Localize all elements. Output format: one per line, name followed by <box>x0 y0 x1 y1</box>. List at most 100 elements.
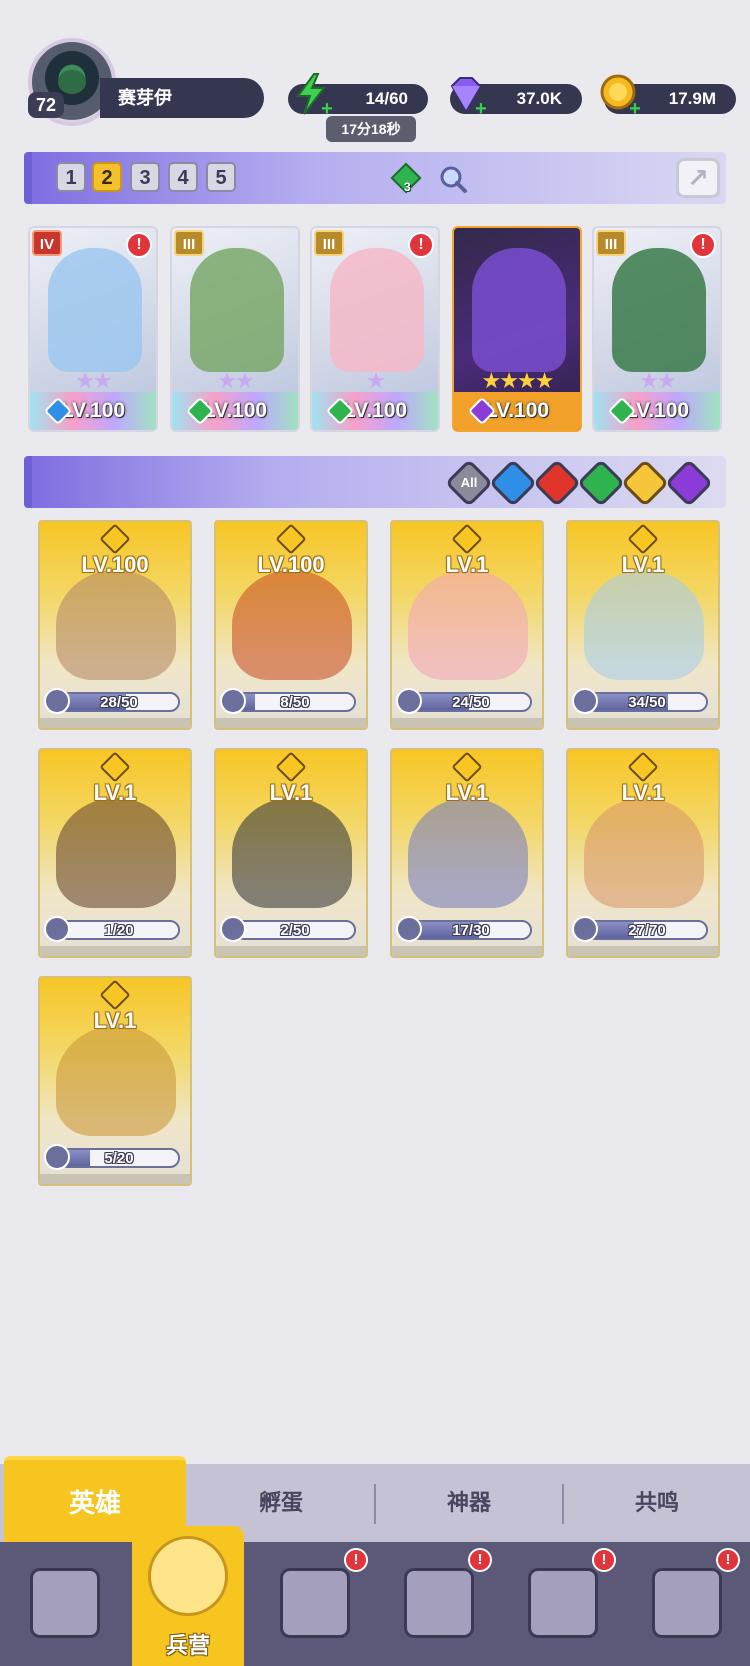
hero-portrait <box>48 248 142 372</box>
alert-icon: ! <box>468 1548 492 1572</box>
hero-level: LV.1 <box>621 780 665 805</box>
nav-mushroom[interactable]: ! <box>518 1548 616 1650</box>
nav-barracks[interactable]: 兵营 <box>132 1526 244 1666</box>
light-element-icon <box>275 751 307 783</box>
shard-progress-bar: 8/50 <box>234 692 356 712</box>
card-footer <box>40 1174 190 1184</box>
hero-level-strip: LV.100 <box>312 392 438 430</box>
card-footer <box>568 718 718 728</box>
gems-plus-icon[interactable]: + <box>472 99 490 119</box>
nav-book[interactable]: ! <box>270 1548 368 1650</box>
hero-portrait <box>56 798 176 908</box>
card-footer <box>216 946 366 956</box>
hero-card[interactable]: LV.1 2/50 <box>214 748 368 958</box>
hero-level: LV.1 <box>93 1008 137 1033</box>
hero-level: LV.100 <box>81 552 149 577</box>
hero-card[interactable]: LV.1 27/70 <box>566 748 720 958</box>
card-footer <box>216 718 366 728</box>
cards-icon <box>30 1568 100 1638</box>
hero-shard-icon <box>396 688 422 714</box>
hero-portrait <box>584 570 704 680</box>
hero-shard-icon <box>220 688 246 714</box>
tab-artifacts[interactable]: 神器 <box>376 1464 562 1542</box>
hero-level-strip: LV.100 <box>30 392 156 430</box>
team-tab-1[interactable]: 1 <box>56 162 86 192</box>
hero-level-strip: LV.100 <box>172 392 298 430</box>
card-footer <box>392 718 542 728</box>
energy-timer: 17分18秒 <box>326 116 416 142</box>
shard-progress-text: 27/70 <box>628 922 666 939</box>
hero-shard-icon <box>572 688 598 714</box>
hero-portrait <box>472 248 566 372</box>
team-hero-card[interactable]: IV! ★★ LV.100 <box>28 226 158 432</box>
card-footer <box>40 718 190 728</box>
green-gem-icon[interactable]: 3 <box>390 162 424 196</box>
star-rating: ★ <box>366 368 386 393</box>
hero-card[interactable]: LV.1 5/20 <box>38 976 192 1186</box>
hero-level-strip: LV.100 <box>454 392 580 430</box>
rank-badge: IV <box>32 230 62 256</box>
rank-badge: III <box>314 230 344 256</box>
hero-card[interactable]: LV.1 17/30 <box>390 748 544 958</box>
card-footer <box>40 946 190 956</box>
team-tab-5[interactable]: 5 <box>206 162 236 192</box>
tab-resonance[interactable]: 共鸣 <box>564 1464 750 1542</box>
hero-portrait <box>232 798 352 908</box>
light-element-icon <box>99 979 131 1011</box>
alert-icon: ! <box>126 232 152 258</box>
team-tab-4[interactable]: 4 <box>168 162 198 192</box>
mushroom-icon <box>528 1568 598 1638</box>
light-element-icon <box>451 751 483 783</box>
hero-card[interactable]: LV.1 24/50 <box>390 520 544 730</box>
hero-portrait <box>584 798 704 908</box>
share-icon[interactable]: ↗ <box>676 158 720 198</box>
player-name: 赛芽伊 <box>100 78 264 118</box>
hero-portrait <box>190 248 284 372</box>
rank-badge: III <box>174 230 204 256</box>
shard-progress-text: 5/20 <box>104 1150 134 1167</box>
nav-banner[interactable]: ! <box>642 1548 740 1650</box>
hero-level-strip: LV.100 <box>594 392 720 430</box>
gold-plus-icon[interactable]: + <box>626 99 644 119</box>
barracks-icon <box>148 1536 228 1616</box>
hero-card[interactable]: LV.1 34/50 <box>566 520 720 730</box>
hero-level: LV.1 <box>621 552 665 577</box>
hero-card[interactable]: LV.100 28/50 <box>38 520 192 730</box>
team-tab-2[interactable]: 2 <box>92 162 122 192</box>
rank-badge: III <box>596 230 626 256</box>
book-icon <box>280 1568 350 1638</box>
team-hero-card[interactable]: III! ★★ LV.100 <box>592 226 722 432</box>
star-rating: ★★ <box>217 368 254 393</box>
alert-icon: ! <box>690 232 716 258</box>
hero-level: LV.1 <box>445 552 489 577</box>
lightning-icon[interactable]: + <box>290 72 334 119</box>
nav-temple[interactable]: ! <box>394 1548 492 1650</box>
purple-gem-icon[interactable]: + <box>444 72 490 119</box>
light-element-icon <box>99 523 131 555</box>
hero-shard-icon <box>44 688 70 714</box>
alert-icon: ! <box>344 1548 368 1572</box>
gold-coin-icon[interactable]: + <box>598 72 644 119</box>
hero-shard-icon <box>396 916 422 942</box>
shard-progress-bar: 28/50 <box>58 692 180 712</box>
nav-cards[interactable] <box>20 1560 110 1650</box>
hero-shard-icon <box>220 916 246 942</box>
hero-level: LV.100 <box>257 552 325 577</box>
nav-label: 兵营 <box>165 1633 210 1658</box>
star-rating: ★★★★ <box>481 368 555 393</box>
hero-portrait <box>232 570 352 680</box>
magnifier-icon[interactable] <box>438 164 468 194</box>
light-element-icon <box>627 751 659 783</box>
team-hero-card[interactable]: III ★★ LV.100 <box>170 226 300 432</box>
hero-card[interactable]: LV.100 8/50 <box>214 520 368 730</box>
hero-card[interactable]: LV.1 1/20 <box>38 748 192 958</box>
hero-level: LV.1 <box>93 780 137 805</box>
shard-progress-bar: 34/50 <box>586 692 708 712</box>
team-hero-card[interactable]: III! ★ LV.100 <box>310 226 440 432</box>
team-tab-3[interactable]: 3 <box>130 162 160 192</box>
hero-portrait <box>408 570 528 680</box>
card-footer <box>392 946 542 956</box>
hero-portrait <box>330 248 424 372</box>
team-hero-card[interactable]: ★★★★ LV.100 <box>452 226 582 432</box>
star-rating: ★★ <box>639 368 676 393</box>
